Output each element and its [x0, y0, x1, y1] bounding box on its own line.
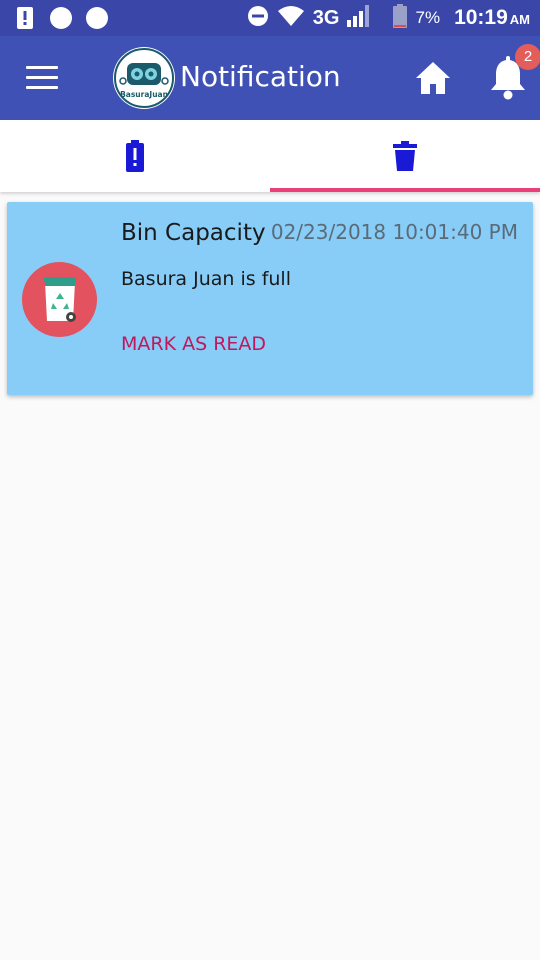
- notification-avatar: [22, 262, 97, 337]
- recycle-bin-icon: [43, 276, 76, 322]
- notification-dot-icon: [50, 7, 72, 29]
- battery-alert-icon: [126, 140, 144, 172]
- notification-dot-icon: [86, 7, 108, 29]
- tab-selected-indicator: [270, 188, 540, 192]
- signal-icon: [347, 4, 371, 32]
- notification-card[interactable]: Bin Capacity 02/23/2018 10:01:40 PM Basu…: [7, 202, 533, 395]
- notification-count-badge: 2: [515, 44, 540, 70]
- status-bar: 3G 7% 10:19 AM: [0, 0, 540, 36]
- clock: 10:19 AM: [454, 6, 530, 30]
- menu-bar: [26, 76, 58, 79]
- notification-message: Basura Juan is full: [121, 268, 291, 290]
- dnd-icon: [247, 5, 269, 32]
- menu-bar: [26, 86, 58, 89]
- battery-percent: 7%: [415, 8, 441, 27]
- network-type: 3G: [312, 6, 340, 29]
- tab-bar: [0, 120, 540, 192]
- clock-time: 10:19: [454, 6, 508, 29]
- tab-battery-alerts[interactable]: [0, 120, 270, 192]
- svg-text:BasuraJuan: BasuraJuan: [120, 90, 168, 99]
- app-bar: BasuraJuan Notification 2: [0, 36, 540, 120]
- notification-timestamp: 02/23/2018 10:01:40 PM: [270, 220, 518, 244]
- page-title: Notification: [180, 60, 341, 93]
- menu-bar: [26, 66, 58, 69]
- home-button[interactable]: [414, 60, 452, 96]
- app-logo: BasuraJuan: [113, 47, 175, 109]
- notification-title: Bin Capacity: [121, 220, 266, 246]
- battery-icon: [393, 3, 408, 33]
- wifi-icon: [277, 5, 305, 32]
- storage-alert-icon: [14, 5, 36, 31]
- mark-as-read-button[interactable]: MARK AS READ: [121, 333, 266, 355]
- clock-ampm: AM: [509, 12, 530, 27]
- trash-icon: [393, 141, 417, 171]
- tab-bin-notifications[interactable]: [270, 120, 540, 192]
- home-icon: [416, 62, 450, 94]
- menu-button[interactable]: [26, 66, 58, 90]
